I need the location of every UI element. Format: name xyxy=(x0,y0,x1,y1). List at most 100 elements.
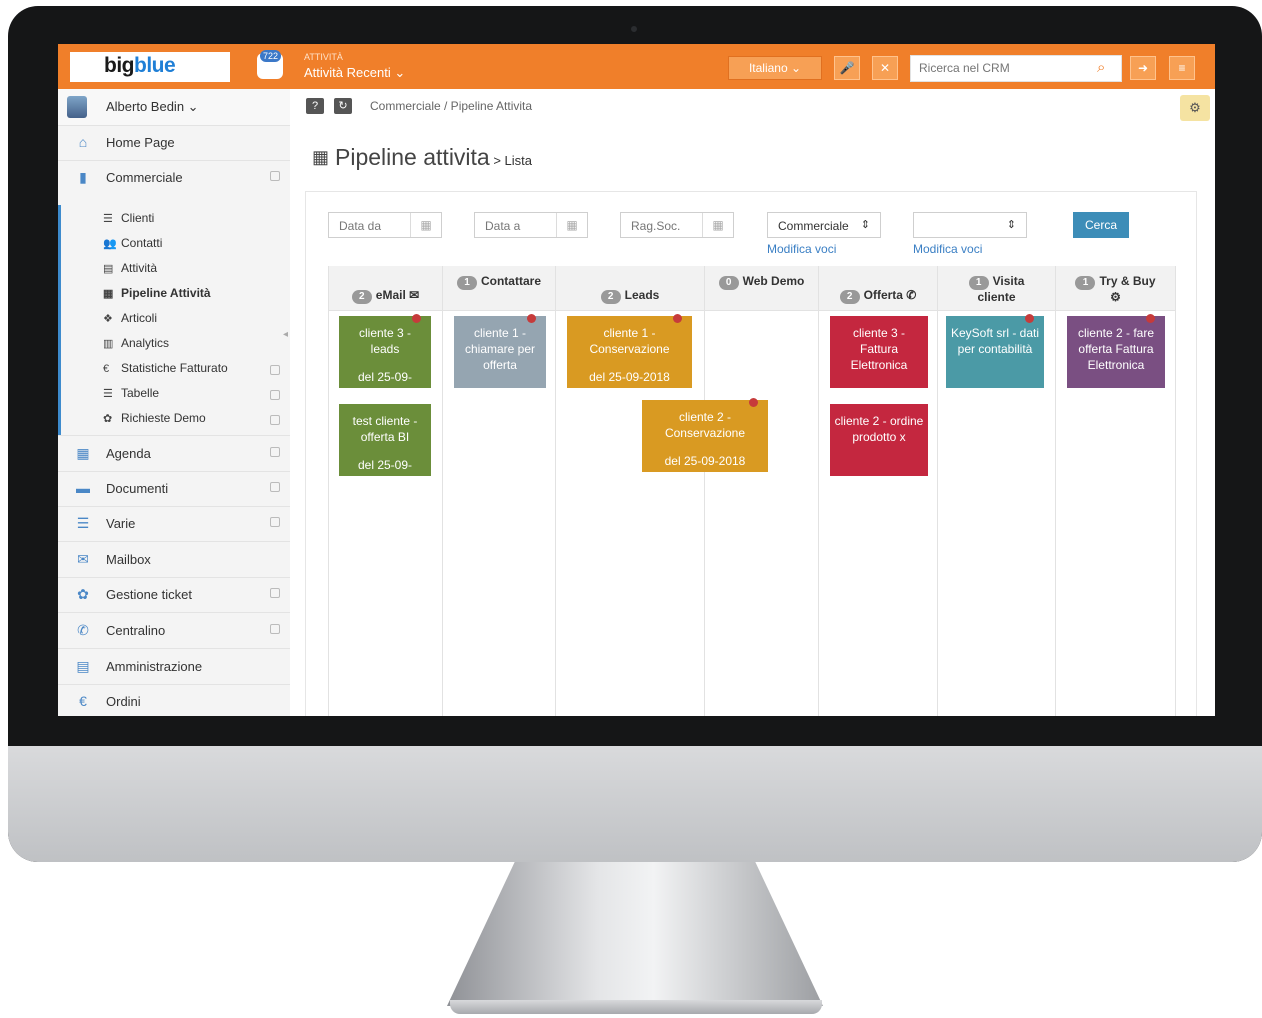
activity-card-dragging[interactable]: cliente 2 - Conservazione del 25-09-2018 xyxy=(642,398,768,472)
crm-search-input[interactable] xyxy=(919,61,1089,75)
column-count-badge: 1 xyxy=(1075,276,1096,290)
column-visita-cliente: 1 Visita cliente KeySoft srl - dati per co… xyxy=(937,266,1055,716)
activity-card[interactable]: KeySoft srl - dati per contabilità xyxy=(946,314,1044,388)
sidebar-item-centralino[interactable]: ✆ Centralino xyxy=(58,613,290,649)
activity-card[interactable]: cliente 2 - fare offerta Fattura Elettro… xyxy=(1067,314,1165,388)
expand-toggle[interactable] xyxy=(270,390,280,400)
sub-item-pipeline-attivita[interactable]: ▦ Pipeline Attività xyxy=(103,286,211,306)
modifica-voci-link[interactable]: Modifica voci xyxy=(767,242,836,256)
search-button[interactable]: Cerca xyxy=(1073,212,1129,238)
card-text: cliente 2 - Conservazione xyxy=(664,410,746,440)
language-select[interactable]: Italiano ⌄ xyxy=(728,56,822,80)
sidebar-item-label: Mailbox xyxy=(106,552,151,567)
pin-icon xyxy=(1146,314,1155,323)
refresh-icon: ↻ xyxy=(338,100,348,112)
activity-card[interactable]: test cliente - offerta BI del 25-09- xyxy=(339,404,431,476)
card-text: cliente 1 - Conservazione xyxy=(589,326,670,356)
sub-item-statistiche-fatturato[interactable]: € Statistiche Fatturato xyxy=(103,361,228,381)
expand-toggle[interactable] xyxy=(270,482,280,492)
sub-item-label: Articoli xyxy=(121,311,158,325)
list-icon: ☰ xyxy=(103,213,113,225)
commerciale-select[interactable]: Commerciale ⇕ xyxy=(767,212,881,238)
sidebar-item-agenda[interactable]: ▦ Agenda xyxy=(58,435,290,472)
breadcrumb[interactable]: Commerciale / Pipeline Attivita xyxy=(370,99,532,113)
column-header: 2 Offerta ✆ xyxy=(819,266,937,311)
sub-item-contatti[interactable]: 👥 Contatti xyxy=(103,236,162,256)
rag-soc-field[interactable]: Rag.Soc. ▦ xyxy=(620,212,734,238)
column-offerta: 2 Offerta ✆ cliente 3 - Fattura Elettroni… xyxy=(818,266,937,716)
help-button[interactable]: ? xyxy=(306,98,324,114)
logout-button[interactable]: ➜ xyxy=(1130,56,1156,80)
sidebar-item-commerciale[interactable]: ▮ Commerciale xyxy=(58,160,290,195)
modifica-voci-link[interactable]: Modifica voci xyxy=(913,242,982,256)
activity-card[interactable]: cliente 3 - Fattura Elettronica xyxy=(830,316,928,388)
expand-toggle[interactable] xyxy=(270,365,280,375)
main-content: ? ↻ Commerciale / Pipeline Attivita ⚙ ▦ P… xyxy=(290,89,1215,716)
pin-icon xyxy=(527,314,536,323)
logo[interactable]: bigblue xyxy=(70,52,230,82)
sub-item-clienti[interactable]: ☰ Clienti xyxy=(103,211,154,231)
sub-item-articoli[interactable]: ❖ Articoli xyxy=(103,311,157,331)
settings-button[interactable]: ⚙ xyxy=(1180,95,1210,121)
sidebar-item-home[interactable]: ⌂ Home Page xyxy=(58,125,290,161)
fullscreen-button[interactable]: ✕ xyxy=(872,56,898,80)
card-text: cliente 1 - chiamare per offerta xyxy=(464,326,536,372)
secondary-select[interactable]: ⇕ xyxy=(913,212,1027,238)
gear-icon: ⚙ xyxy=(1110,290,1121,304)
sidebar-item-documenti[interactable]: ▬ Documenti xyxy=(58,471,290,507)
sidebar-item-gestione-ticket[interactable]: ✿ Gestione ticket xyxy=(58,577,290,613)
collapse-toggle[interactable] xyxy=(270,171,280,181)
top-bar: bigblue 722 ATTIVITÀ Attività Recenti ⌄ … xyxy=(58,44,1215,89)
column-title: Leads xyxy=(624,288,660,302)
sidebar-item-label: Commerciale xyxy=(106,170,183,185)
activity-card[interactable]: cliente 3 - leads del 25-09- xyxy=(339,314,431,388)
refresh-button[interactable]: ↻ xyxy=(334,98,352,114)
sub-item-label: Clienti xyxy=(121,211,155,225)
sidebar-item-varie[interactable]: ☰ Varie xyxy=(58,506,290,542)
column-try-and-buy: 1 Try & Buy ⚙ cliente 2 - fare offerta Fat… xyxy=(1055,266,1176,716)
date-to-field[interactable]: Data a ▦ xyxy=(474,212,588,238)
column-count-badge: 2 xyxy=(839,290,860,304)
logo-text-big: big xyxy=(104,54,135,77)
date-from-field[interactable]: Data da ▦ xyxy=(328,212,442,238)
sidebar-item-label: Ordini xyxy=(106,694,141,709)
search-icon[interactable]: ⌕ xyxy=(1097,59,1105,76)
expand-toggle[interactable] xyxy=(270,588,280,598)
expand-toggle[interactable] xyxy=(270,415,280,425)
calendar-icon[interactable]: ▦ xyxy=(556,213,587,237)
microphone-button[interactable]: 🎤 xyxy=(834,56,860,80)
logo-text-blue: blue xyxy=(134,54,176,77)
page-subtitle: > Lista xyxy=(489,153,532,168)
activity-label: ATTIVITÀ xyxy=(304,52,343,62)
recent-activities-dropdown[interactable]: Attività Recenti ⌄ xyxy=(304,65,405,81)
sidebar-item-ordini[interactable]: € Ordini xyxy=(58,684,290,716)
pipeline-board: 2 eMail ✉ cliente 3 - leads del 25-09- tes… xyxy=(312,266,1186,716)
sub-item-attivita[interactable]: ▤ Attività xyxy=(103,261,157,281)
sidebar-item-label: Home Page xyxy=(106,135,175,150)
expand-toggle[interactable] xyxy=(270,517,280,527)
sub-item-tabelle[interactable]: ☰ Tabelle xyxy=(103,386,159,406)
calendar-icon[interactable]: ▦ xyxy=(410,213,441,237)
sub-item-analytics[interactable]: ▥ Analytics xyxy=(103,336,169,356)
pin-icon xyxy=(1025,314,1034,323)
sub-item-richieste-demo[interactable]: ✿ Richieste Demo xyxy=(103,411,206,431)
user-menu[interactable]: Alberto Bedin ⌄ xyxy=(58,89,290,126)
column-header: 1 Visita cliente xyxy=(938,266,1055,311)
menu-button[interactable]: ≡ xyxy=(1169,56,1195,80)
sidebar-item-mailbox[interactable]: ✉ Mailbox xyxy=(58,542,290,578)
expand-toggle[interactable] xyxy=(270,624,280,634)
table-icon: ▦ xyxy=(312,147,330,167)
sub-item-label: Attività xyxy=(121,261,158,275)
column-email: 2 eMail ✉ cliente 3 - leads del 25-09- tes… xyxy=(328,266,442,716)
sidebar-item-amministrazione[interactable]: ▤ Amministrazione xyxy=(58,649,290,685)
activity-card[interactable]: cliente 1 - chiamare per offerta xyxy=(454,314,546,388)
logout-icon: ➜ xyxy=(1137,61,1149,75)
calendar-icon: ▦ xyxy=(76,445,90,461)
card-text: cliente 3 - Fattura Elettronica xyxy=(850,326,908,372)
expand-toggle[interactable] xyxy=(270,447,280,457)
activity-card[interactable]: cliente 1 - Conservazione del 25-09-2018 xyxy=(567,314,692,388)
column-count-badge: 1 xyxy=(456,276,477,290)
avatar xyxy=(67,96,87,118)
activity-card[interactable]: cliente 2 - ordine prodotto x xyxy=(830,404,928,476)
sidebar-collapse-handle[interactable]: ◂ xyxy=(283,329,290,343)
